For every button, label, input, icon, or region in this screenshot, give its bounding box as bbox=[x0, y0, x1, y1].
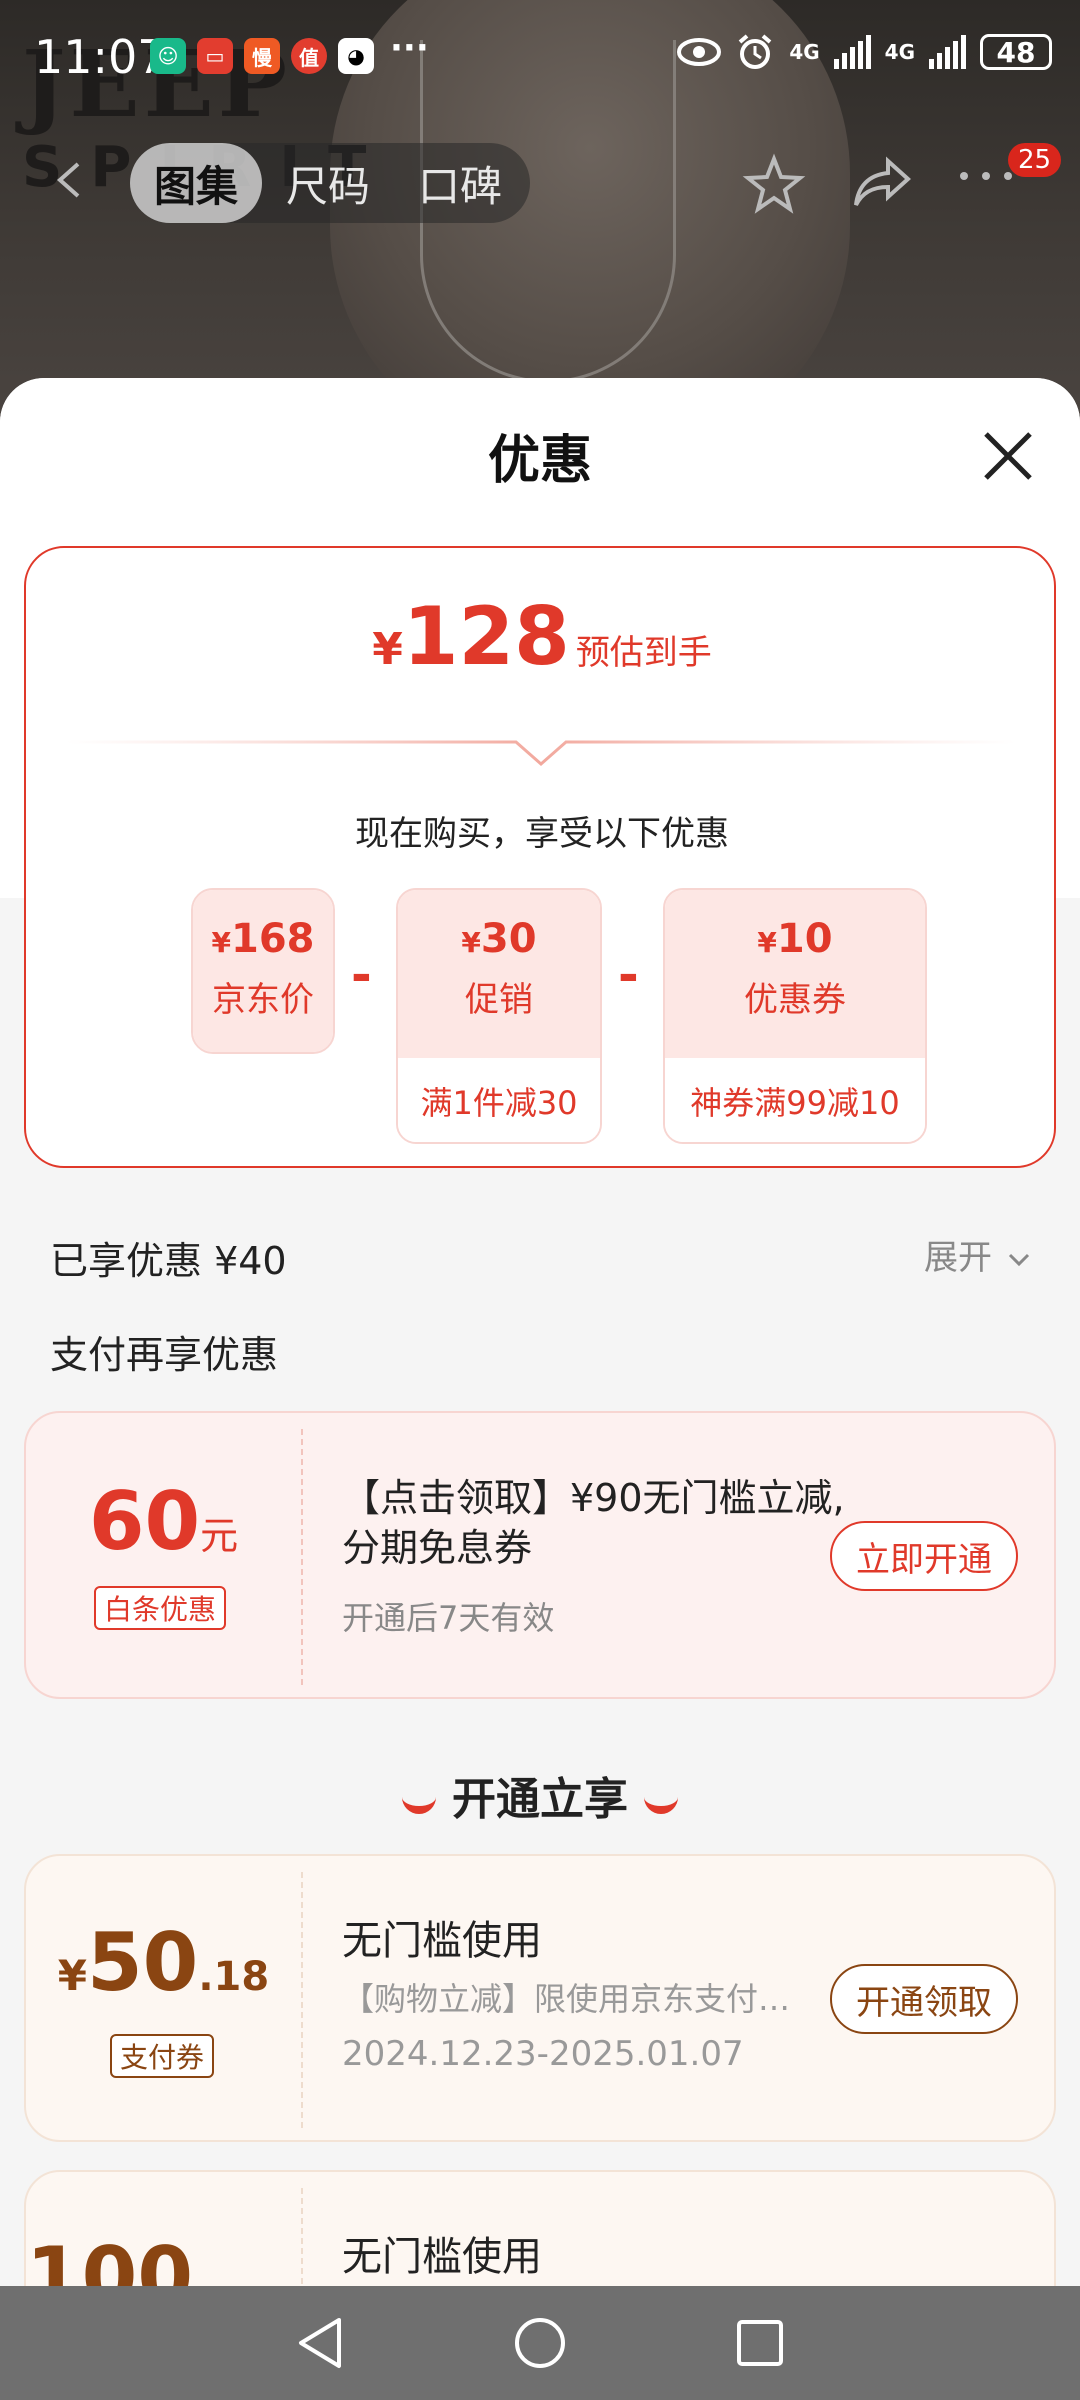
expand-label: 展开 bbox=[924, 1238, 992, 1278]
discount-coupon[interactable]: ¥10 优惠券 神券满99减10 bbox=[663, 888, 927, 1144]
discount-label: 促销 bbox=[465, 980, 533, 1020]
penguin-icon: ◕ bbox=[338, 38, 374, 74]
coupon-value: ¥50.18 bbox=[57, 1916, 270, 2009]
zhi-app-icon: 值 bbox=[291, 38, 327, 74]
expand-toggle[interactable]: 展开 bbox=[924, 1230, 1031, 1279]
signal-icon-1 bbox=[833, 35, 871, 69]
smile-decoration-left bbox=[402, 1790, 436, 1814]
activate-now-button[interactable]: 立即开通 bbox=[830, 1521, 1018, 1591]
discount-label: 优惠券 bbox=[744, 980, 846, 1020]
baitiao-coupon-card[interactable]: 60元 白条优惠 【点击领取】¥90无门槛立减,分期免息券 开通后7天有效 立即… bbox=[24, 1411, 1056, 1699]
coupon-title: 【点击领取】¥90无门槛立减,分期免息券 bbox=[342, 1476, 845, 1570]
eye-icon bbox=[677, 38, 722, 66]
buy-now-caption: 现在购买，享受以下优惠 bbox=[355, 814, 729, 854]
discount-promotion[interactable]: ¥30 促销 满1件减30 bbox=[396, 888, 602, 1144]
discount-label: 京东价 bbox=[212, 980, 314, 1020]
coupon-value: 60元 bbox=[88, 1475, 239, 1568]
estimated-price: ¥128 预估到手 bbox=[26, 590, 1058, 683]
cat-icon: ☺ bbox=[150, 38, 186, 74]
coupon-divider bbox=[301, 1872, 303, 2128]
star-icon[interactable] bbox=[742, 153, 806, 217]
system-nav-bar bbox=[0, 2286, 1080, 2400]
close-icon[interactable] bbox=[980, 428, 1036, 484]
coupon-description: 【购物立减】限使用京东支付购买自营商品 bbox=[342, 1980, 792, 2018]
coupon-type-tag: 支付券 bbox=[110, 2034, 215, 2078]
gallery-tabs: 图集 尺码 口碑 bbox=[130, 143, 530, 223]
price-note: 预估到手 bbox=[575, 633, 712, 673]
coupon-validity: 开通后7天有效 bbox=[342, 1599, 555, 1637]
more-icon[interactable] bbox=[958, 168, 1014, 184]
smile-decoration-right bbox=[644, 1790, 678, 1814]
network-label-1: 4G bbox=[789, 40, 820, 64]
share-icon[interactable] bbox=[852, 155, 912, 211]
pay-more-title: 支付再享优惠 bbox=[50, 1333, 279, 1377]
coupon-divider bbox=[301, 1429, 303, 1685]
tab-reviews[interactable]: 口碑 bbox=[394, 143, 526, 223]
price-card: ¥128 预估到手 现在购买，享受以下优惠 ¥168 京东价 - ¥30 促销 满… bbox=[24, 546, 1056, 1168]
next-coupon-card[interactable]: 100 无门槛使用 bbox=[24, 2170, 1056, 2288]
sheet-title: 优惠 bbox=[487, 431, 592, 491]
status-time: 11:07 bbox=[34, 30, 167, 84]
battery-indicator: 48 bbox=[980, 34, 1052, 70]
mail-icon: ▭ bbox=[197, 38, 233, 74]
circle-home-icon bbox=[515, 2318, 565, 2368]
minus-sign: - bbox=[618, 946, 639, 1004]
coupon-value-area: ¥50.18 支付券 bbox=[26, 1856, 301, 2140]
discount-condition: 神券满99减10 bbox=[665, 1058, 925, 1142]
nav-back-button[interactable] bbox=[290, 2313, 350, 2373]
coupon-dates: 2024.12.23-2025.01.07 bbox=[342, 2034, 744, 2074]
minus-sign: - bbox=[351, 946, 372, 1004]
tab-size[interactable]: 尺码 bbox=[262, 143, 394, 223]
coupon-divider bbox=[301, 2188, 303, 2288]
square-recents-icon bbox=[737, 2320, 783, 2366]
coupon-value-area: 60元 白条优惠 bbox=[26, 1413, 301, 1697]
discount-coupon-top: ¥10 优惠券 bbox=[665, 890, 925, 1058]
triangle-back-icon bbox=[299, 2318, 341, 2368]
status-right-group: 4G 4G 48 bbox=[677, 32, 1052, 72]
network-label-2: 4G bbox=[884, 40, 915, 64]
discount-sheet: 优惠 ¥128 预估到手 现在购买，享受以下优惠 ¥168 京东价 - ¥30 促… bbox=[0, 378, 1080, 2288]
enjoyed-discount: 已享优惠 ¥40 bbox=[50, 1239, 287, 1283]
discount-promotion-top: ¥30 促销 bbox=[398, 890, 600, 1058]
coupon-title: 无门槛使用 bbox=[342, 1918, 542, 1964]
tab-gallery[interactable]: 图集 bbox=[130, 143, 263, 223]
nav-recents-button[interactable] bbox=[730, 2313, 790, 2373]
coupon-type-tag: 白条优惠 bbox=[94, 1586, 227, 1630]
price-divider bbox=[66, 740, 1016, 766]
coupon-title: 无门槛使用 bbox=[342, 2234, 542, 2280]
open-enjoy-heading: 开通立享 bbox=[0, 1763, 1080, 1827]
discount-jd-price: ¥168 京东价 bbox=[191, 888, 335, 1054]
more-notifications-icon: ··· bbox=[390, 28, 429, 68]
discount-amount: ¥10 bbox=[757, 916, 833, 962]
discount-amount: ¥30 bbox=[461, 916, 537, 962]
discount-jd-price-top: ¥168 京东价 bbox=[193, 890, 333, 1052]
coupon-value: 100 bbox=[26, 2230, 193, 2288]
status-bar: 11:07 ☺ ▭ 慢 值 ◕ ··· 4G 4G 48 bbox=[0, 0, 1080, 110]
nav-home-button[interactable] bbox=[510, 2313, 570, 2373]
signal-icon-2 bbox=[929, 35, 966, 69]
alarm-icon bbox=[739, 34, 772, 69]
discount-amount: ¥168 bbox=[211, 916, 315, 962]
notification-badge: 25 bbox=[1008, 143, 1062, 177]
manga-app-icon: 慢 bbox=[244, 38, 280, 74]
price-currency: ¥ bbox=[372, 624, 403, 675]
payment-coupon-card[interactable]: ¥50.18 支付券 无门槛使用 【购物立减】限使用京东支付购买自营商品 202… bbox=[24, 1854, 1056, 2142]
activate-claim-button[interactable]: 开通领取 bbox=[830, 1964, 1018, 2034]
discount-condition: 满1件减30 bbox=[398, 1058, 600, 1142]
back-arrow-icon[interactable] bbox=[50, 160, 90, 200]
price-amount: 128 bbox=[402, 590, 570, 683]
chevron-down-icon bbox=[1008, 1253, 1029, 1266]
